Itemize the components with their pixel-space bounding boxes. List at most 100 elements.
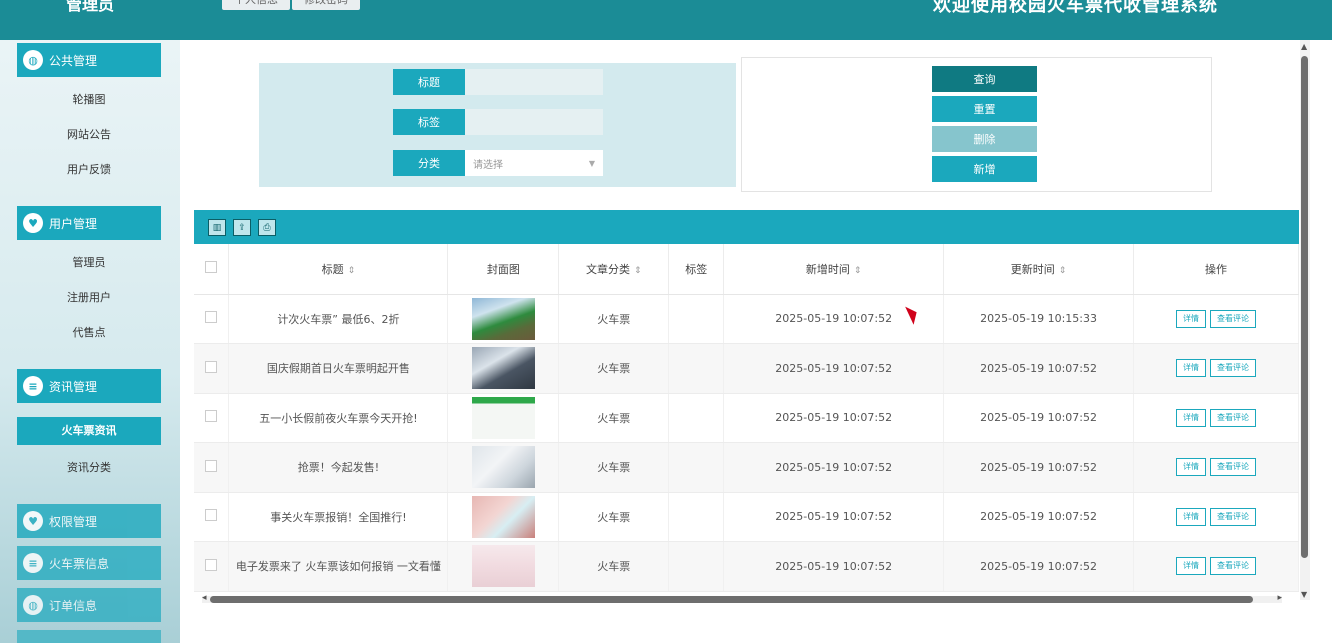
tab-profile[interactable]: 个人信息 — [222, 0, 290, 10]
detail-button[interactable]: 详情 — [1176, 557, 1207, 576]
tab-change-password[interactable]: 修改密码 — [292, 0, 360, 10]
header-tabs: 个人信息 修改密码 — [222, 0, 362, 10]
add-button[interactable]: 新增 — [932, 156, 1037, 182]
export-icon[interactable]: ⇪ — [233, 219, 251, 236]
sort-icon[interactable]: ⇕ — [1059, 266, 1067, 276]
column-header-created[interactable]: 新增时间 ⇕ — [723, 244, 945, 295]
reset-button[interactable]: 重置 — [932, 96, 1037, 122]
scroll-down-icon[interactable]: ▼ — [1301, 590, 1307, 599]
row-checkbox[interactable] — [205, 558, 218, 571]
row-updated: 2025-05-19 10:07:52 — [943, 343, 1135, 394]
detail-button[interactable]: 详情 — [1176, 458, 1207, 477]
scroll-right-icon[interactable]: ▸ — [1277, 593, 1282, 603]
column-header-cover: 封面图 — [447, 244, 560, 295]
select-all-checkbox[interactable] — [205, 261, 218, 274]
view-comments-button[interactable]: 查看评论 — [1210, 309, 1257, 328]
search-title-input[interactable] — [465, 69, 603, 95]
columns-icon[interactable]: ▥ — [208, 219, 226, 236]
sidebar-item-news-category[interactable]: 资讯分类 — [17, 459, 161, 475]
detail-button[interactable]: 详情 — [1176, 309, 1207, 328]
table-row: 事关火车票报销！全国推行! 火车票 2025-05-19 10:07:52 20… — [194, 492, 1299, 542]
view-comments-button[interactable]: 查看评论 — [1210, 359, 1257, 378]
horizontal-scroll-thumb[interactable] — [210, 596, 1253, 603]
row-tag — [668, 492, 725, 542]
view-comments-button[interactable]: 查看评论 — [1210, 458, 1257, 477]
row-created: 2025-05-19 10:07:52 — [723, 492, 945, 542]
row-checkbox[interactable] — [205, 311, 218, 324]
delete-button[interactable]: 删除 — [932, 126, 1037, 152]
column-label: 更新时间 — [1010, 262, 1055, 276]
table-header-row: 标题 ⇕ 封面图 文章分类 ⇕ 标签 新增时间 ⇕ 更新时间 ⇕ 操作 — [194, 244, 1299, 295]
menu-group-label: 资讯管理 — [49, 379, 98, 394]
detail-button[interactable]: 详情 — [1176, 507, 1207, 526]
heart-icon: ♥ — [23, 213, 43, 233]
scroll-left-icon[interactable]: ◂ — [202, 593, 207, 603]
menu-group-orders[interactable]: ◍ 订单信息 — [17, 588, 161, 622]
view-comments-button[interactable]: 查看评论 — [1210, 557, 1257, 576]
search-tag-row: 标签 — [393, 109, 603, 135]
row-category: 火车票 — [558, 393, 670, 443]
cover-image[interactable] — [471, 446, 535, 489]
row-title: 五一小长假前夜火车票今天开抢! — [228, 393, 449, 443]
row-checkbox[interactable] — [205, 509, 218, 522]
search-tag-input[interactable] — [465, 109, 603, 135]
row-tag — [668, 442, 725, 493]
row-created: 2025-05-19 10:07:52 — [723, 393, 945, 443]
sort-icon[interactable]: ⇕ — [348, 266, 356, 276]
scroll-up-icon[interactable]: ▲ — [1301, 42, 1307, 51]
cover-image[interactable] — [471, 545, 535, 588]
table-row: 电子发票来了 火车票该如何报销 一文看懂 火车票 2025-05-19 10:0… — [194, 541, 1299, 592]
menu-group-users[interactable]: ♥ 用户管理 — [17, 206, 161, 240]
cover-image[interactable] — [471, 396, 535, 439]
search-title-row: 标题 — [393, 69, 603, 95]
column-header-updated[interactable]: 更新时间 ⇕ — [943, 244, 1135, 295]
menu-group-news[interactable]: ≡ 资讯管理 — [17, 369, 161, 403]
category-select[interactable]: 请选择 ▼ — [465, 150, 603, 176]
heart-icon: ♥ — [23, 511, 43, 531]
sidebar-item-ticket-news[interactable]: 火车票资讯 — [17, 417, 161, 445]
search-tag-label: 标签 — [393, 109, 465, 135]
sidebar-item-announcement[interactable]: 网站公告 — [17, 126, 161, 142]
row-title: 抢票！今起发售! — [228, 442, 449, 493]
column-header-category[interactable]: 文章分类 ⇕ — [558, 244, 670, 295]
detail-button[interactable]: 详情 — [1176, 359, 1207, 378]
sidebar-item-agents[interactable]: 代售点 — [17, 324, 161, 340]
view-comments-button[interactable]: 查看评论 — [1210, 507, 1257, 526]
sort-icon[interactable]: ⇕ — [854, 266, 862, 276]
query-button[interactable]: 查询 — [932, 66, 1037, 92]
view-comments-button[interactable]: 查看评论 — [1210, 408, 1257, 427]
search-category-label: 分类 — [393, 150, 465, 176]
row-checkbox[interactable] — [205, 410, 218, 423]
cover-image[interactable] — [471, 495, 535, 538]
menu-group-more[interactable] — [17, 630, 161, 643]
top-header: 管理员 个人信息 修改密码 欢迎使用校园火车票代收管理系统 — [0, 0, 1332, 40]
row-checkbox[interactable] — [205, 459, 218, 472]
search-panel: 标题 标签 分类 请选择 ▼ — [259, 63, 736, 187]
row-updated: 2025-05-19 10:15:33 — [943, 294, 1135, 344]
vertical-scrollbar[interactable]: ▲ ▼ — [1300, 40, 1310, 600]
sidebar-item-feedback[interactable]: 用户反馈 — [17, 161, 161, 177]
row-title: 计次火车票” 最低6、2折 — [228, 294, 449, 344]
print-icon[interactable]: ⎙ — [258, 219, 276, 236]
sidebar-item-carousel[interactable]: 轮播图 — [17, 91, 161, 107]
cover-image[interactable] — [471, 297, 535, 340]
sidebar-item-registered-users[interactable]: 注册用户 — [17, 289, 161, 305]
news-table: 标题 ⇕ 封面图 文章分类 ⇕ 标签 新增时间 ⇕ 更新时间 ⇕ 操作 计次火车票” 最… — [194, 244, 1299, 592]
list-icon: ≡ — [23, 553, 43, 573]
table-toolbar: ▥ ⇪ ⎙ — [194, 210, 1299, 244]
column-label: 标题 — [321, 262, 344, 276]
row-updated: 2025-05-19 10:07:52 — [943, 541, 1135, 592]
cover-image[interactable] — [471, 347, 535, 390]
sidebar-item-admins[interactable]: 管理员 — [17, 254, 161, 270]
vertical-scroll-thumb[interactable] — [1301, 56, 1308, 558]
menu-group-public[interactable]: ◍ 公共管理 — [17, 43, 161, 77]
sort-icon[interactable]: ⇕ — [634, 266, 642, 276]
row-category: 火车票 — [558, 294, 670, 344]
menu-group-permissions[interactable]: ♥ 权限管理 — [17, 504, 161, 538]
menu-group-label: 用户管理 — [49, 216, 98, 231]
detail-button[interactable]: 详情 — [1176, 408, 1207, 427]
row-checkbox[interactable] — [205, 360, 218, 373]
menu-group-ticket-info[interactable]: ≡ 火车票信息 — [17, 546, 161, 580]
column-header-title[interactable]: 标题 ⇕ — [228, 244, 449, 295]
horizontal-scrollbar[interactable]: ◂ ▸ — [202, 593, 1282, 603]
